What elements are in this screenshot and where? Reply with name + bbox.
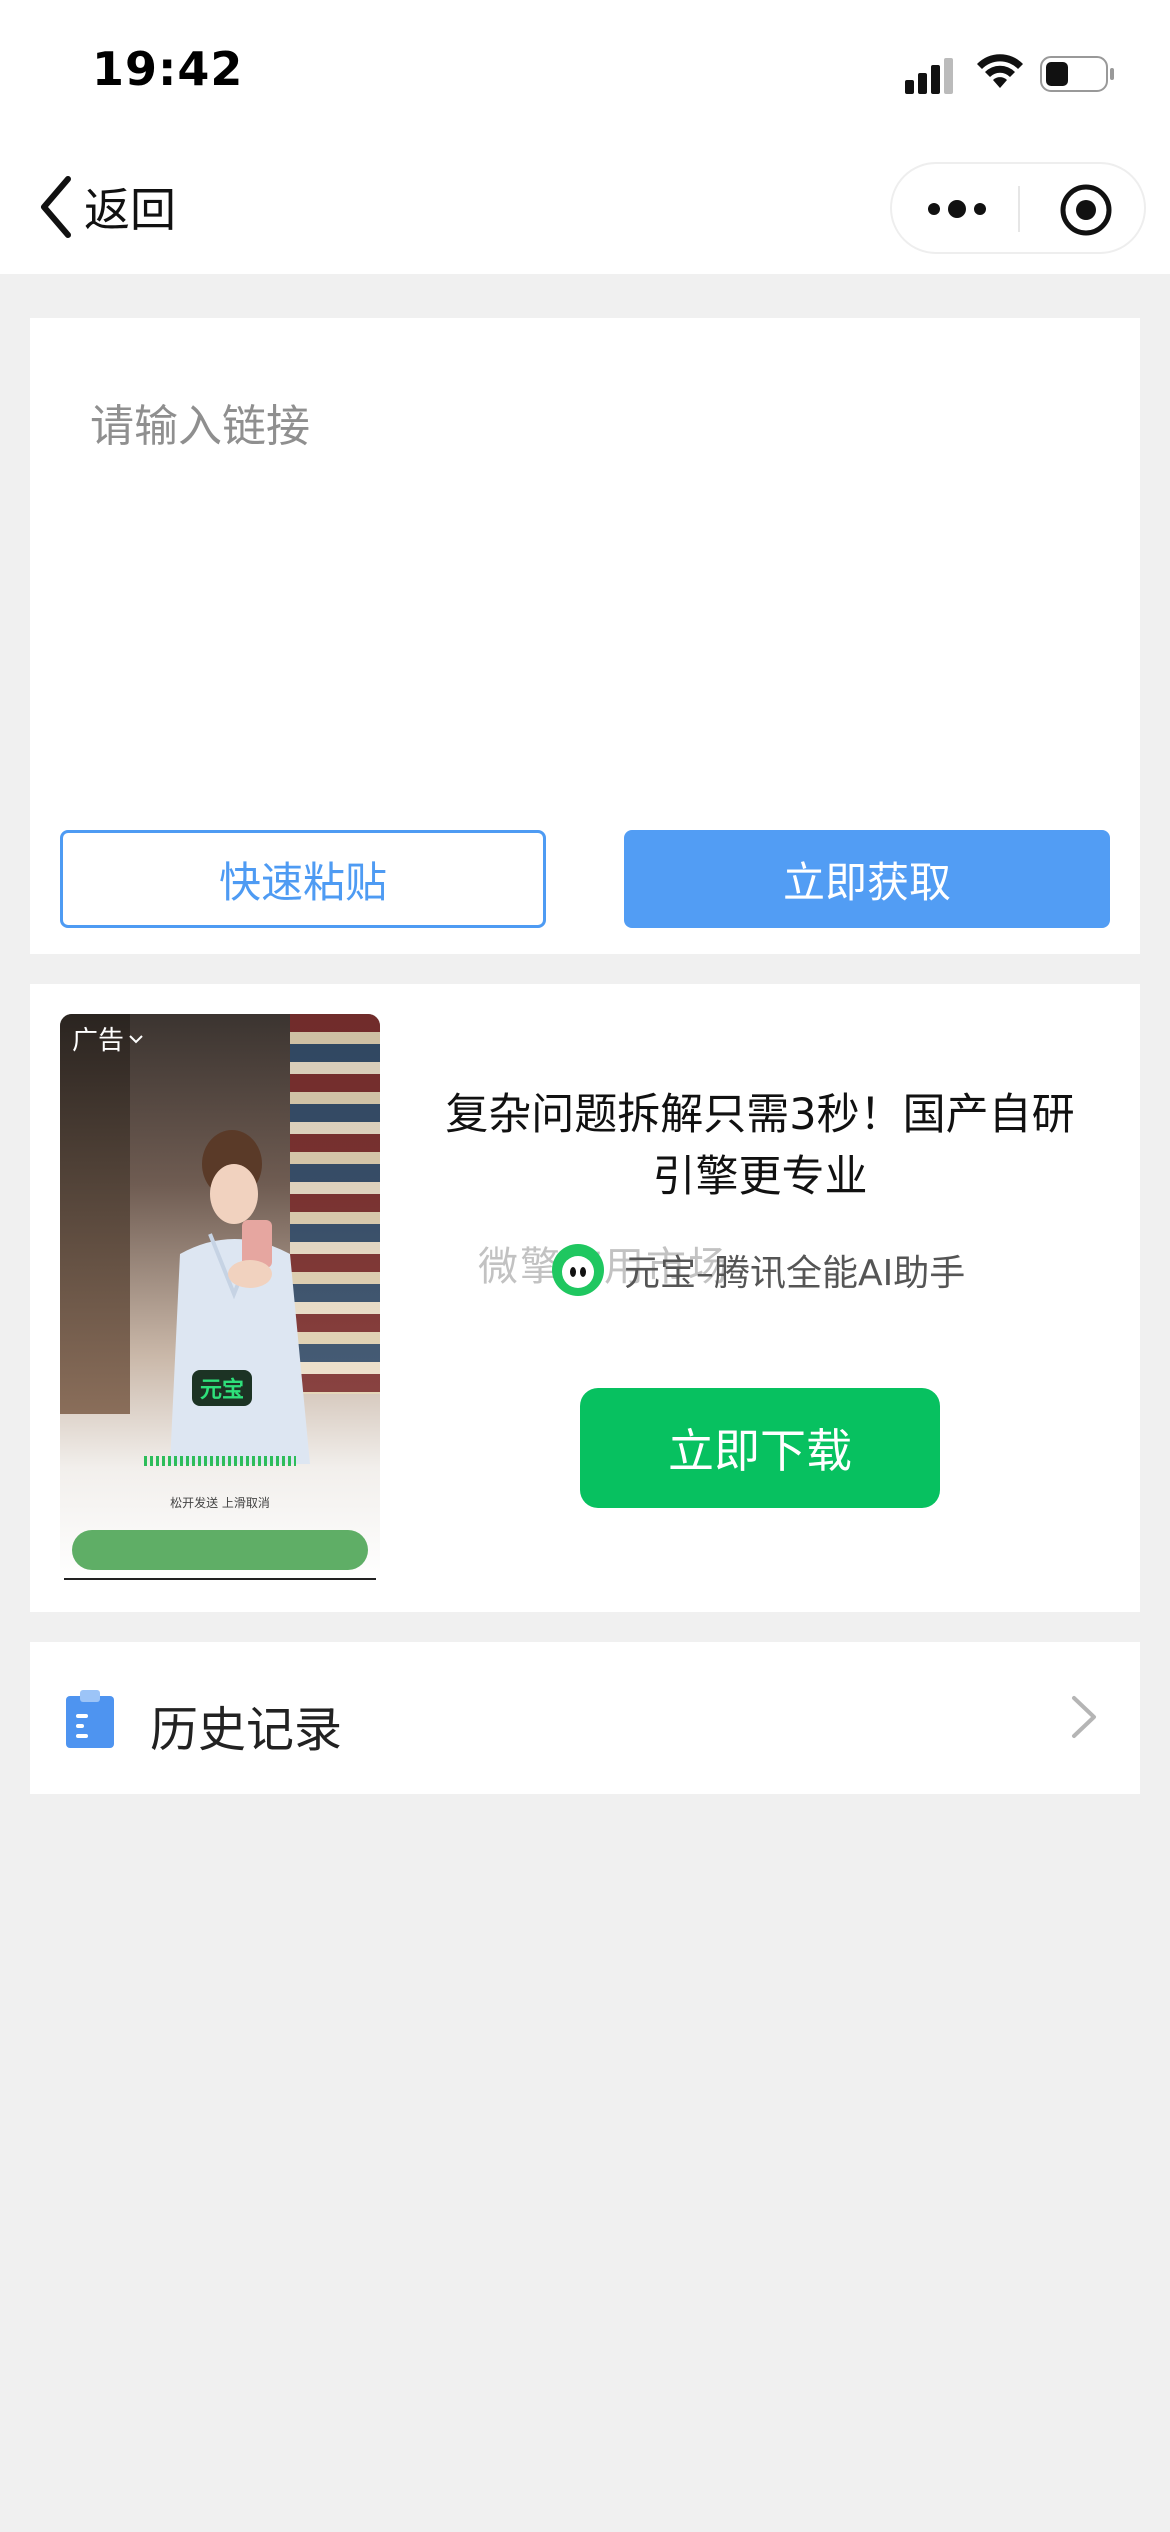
signal-icon bbox=[905, 58, 953, 94]
ad-tag-label: 广告 bbox=[72, 1026, 125, 1056]
ad-tag[interactable]: 广告 bbox=[72, 1020, 144, 1057]
mini-program-capsule bbox=[890, 162, 1146, 254]
ad-image[interactable]: 广告 元宝 松开发送 上滑取消 bbox=[60, 1014, 380, 1582]
voice-wave bbox=[144, 1456, 296, 1466]
app-name: 元宝–腾讯全能AI助手 bbox=[624, 1253, 966, 1294]
capsule-divider bbox=[1018, 186, 1020, 232]
back-button[interactable]: 返回 bbox=[36, 172, 176, 242]
history-label: 历史记录 bbox=[150, 1702, 343, 1758]
voice-hint: 松开发送 上滑取消 bbox=[170, 1496, 270, 1510]
nav-bar: 返回 bbox=[0, 140, 1170, 274]
voice-button-graphic bbox=[72, 1530, 368, 1570]
chevron-right-icon bbox=[1072, 1696, 1096, 1738]
ad-app-info: 元宝–腾讯全能AI助手 bbox=[550, 1242, 965, 1298]
back-label: 返回 bbox=[84, 183, 176, 237]
status-bar: 19:42 bbox=[0, 0, 1170, 140]
wifi-icon bbox=[977, 54, 1023, 88]
ad-headline: 复杂问题拆解只需3秒！国产自研引擎更专业 bbox=[445, 1090, 1075, 1202]
battery-icon bbox=[1040, 56, 1114, 92]
link-input[interactable] bbox=[90, 390, 1080, 690]
ad-image-baseline bbox=[64, 1578, 376, 1580]
more-dots-icon[interactable] bbox=[922, 194, 992, 224]
download-button[interactable]: 立即下载 bbox=[580, 1388, 940, 1508]
yuanbao-badge: 元宝 bbox=[192, 1370, 253, 1406]
back-chevron-icon bbox=[41, 176, 71, 238]
close-target-icon[interactable] bbox=[1058, 182, 1114, 238]
yuanbao-app-icon bbox=[552, 1244, 604, 1296]
woman-with-phone-illustration bbox=[170, 1130, 310, 1464]
history-entry[interactable]: 历史记录 bbox=[30, 1642, 1140, 1794]
chevron-down-icon bbox=[129, 1034, 143, 1043]
link-input-card: 快速粘贴 立即获取 bbox=[30, 318, 1140, 954]
bookshelf-left bbox=[60, 1014, 130, 1414]
status-time: 19:42 bbox=[92, 42, 244, 96]
clipboard-icon bbox=[66, 1690, 114, 1748]
get-now-button[interactable]: 立即获取 bbox=[624, 830, 1110, 928]
quick-paste-button[interactable]: 快速粘贴 bbox=[60, 830, 546, 928]
ad-card[interactable]: 广告 元宝 松开发送 上滑取消 复杂问题拆解只需3秒！国产自研引擎更专业 微擎应… bbox=[30, 984, 1140, 1612]
